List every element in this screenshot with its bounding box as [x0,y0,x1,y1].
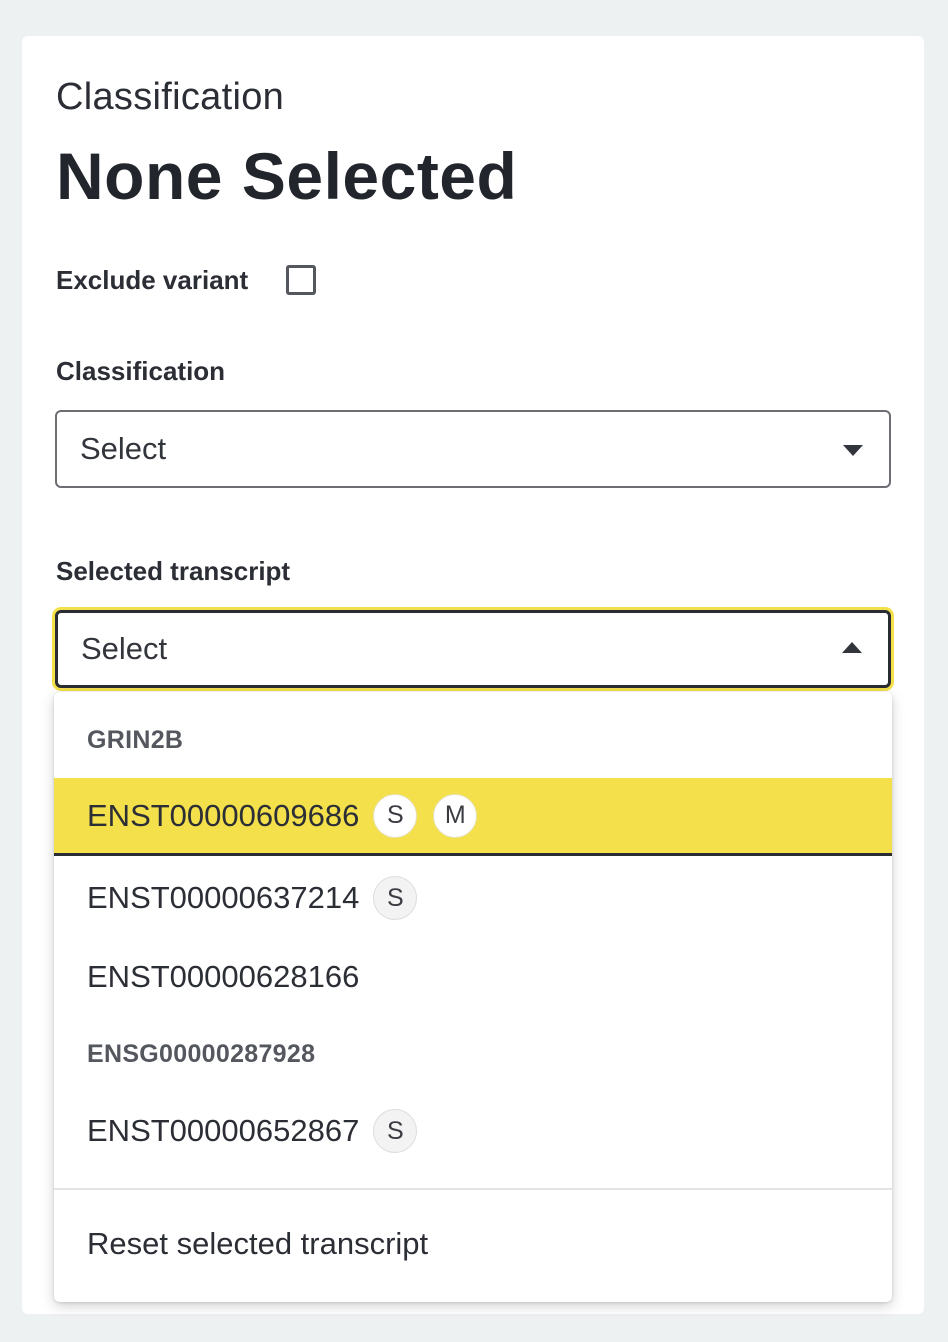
exclude-variant-label: Exclude variant [56,264,249,295]
classification-select[interactable]: Select [55,410,891,488]
badge-s: S [373,1109,418,1153]
transcript-option-label: ENST00000609686 [87,797,360,833]
classification-select-value: Select [80,431,167,466]
chevron-up-icon [842,642,862,653]
transcript-option-label: ENST00000652867 [87,1113,360,1148]
section-eyebrow: Classification [56,76,285,118]
badge-s: S [373,876,418,920]
classification-label: Classification [56,356,226,386]
selected-transcript-select[interactable]: Select [55,610,891,688]
chevron-down-icon [843,445,863,456]
menu-divider [54,1188,892,1190]
reset-transcript-option[interactable]: Reset selected transcript [87,1226,428,1262]
transcript-dropdown-menu: GRIN2B ENST00000609686 S M ENST000006372… [54,692,892,1302]
badge-m: M [433,793,478,838]
transcript-option[interactable]: ENST00000609686 S M [54,778,892,856]
badge-s: S [373,793,418,838]
selected-transcript-label: Selected transcript [56,556,291,586]
transcript-option-label: ENST00000628166 [87,959,360,994]
transcript-option[interactable]: ENST00000628166 [54,938,892,1016]
exclude-variant-checkbox[interactable] [286,265,317,295]
group-header-ensg00000287928: ENSG00000287928 [87,1040,316,1068]
transcript-option[interactable]: ENST00000652867 S [54,1092,892,1170]
group-header-grin2b: GRIN2B [87,726,184,754]
transcript-option-label: ENST00000637214 [87,880,360,915]
selected-transcript-select-value: Select [81,631,168,666]
page-title: None Selected [56,139,518,213]
exclude-variant-row: Exclude variant [56,262,317,298]
transcript-option[interactable]: ENST00000637214 S [54,859,892,937]
